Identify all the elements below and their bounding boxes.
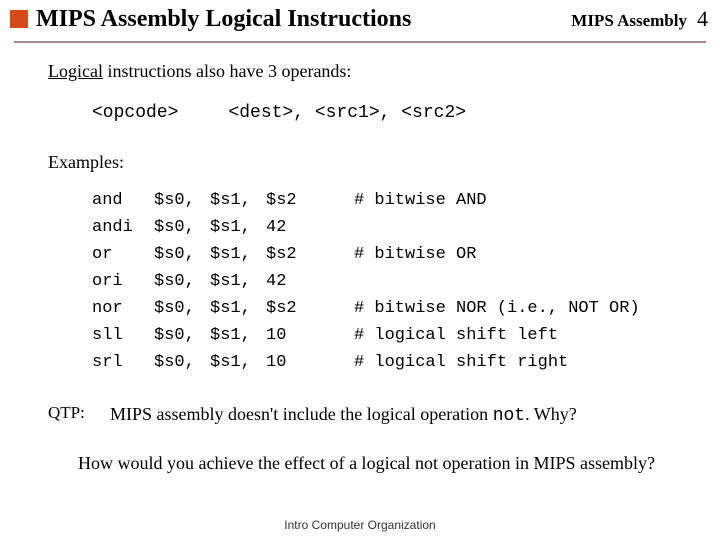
table-row: nor $s0, $s1, $s2 # bitwise NOR (i.e., N… [92,296,640,323]
slide-body: Logical instructions also have 3 operand… [0,43,720,475]
cell-dest: $s0, [154,269,210,296]
cell-src2: 42 [266,269,324,296]
cell-src2: 42 [266,215,324,242]
syntax-opcode: <opcode> [92,103,178,123]
cell-src2: $s2 [266,296,324,323]
cell-dest: $s0, [154,350,210,377]
table-row: or $s0, $s1, $s2 # bitwise OR [92,242,640,269]
course-tag: MIPS Assembly [571,11,687,31]
cell-comment: # bitwise AND [354,188,640,215]
slide-header: MIPS Assembly Logical Instructions MIPS … [0,0,720,37]
table-row: srl $s0, $s1, 10 # logical shift right [92,350,640,377]
table-row: and $s0, $s1, $s2 # bitwise AND [92,188,640,215]
cell-comment [354,269,640,296]
examples-label: Examples: [48,150,680,174]
page-number: 4 [697,6,708,32]
cell-op: srl [92,350,154,377]
cell-gap [324,188,354,215]
cell-comment: # bitwise OR [354,242,640,269]
cell-gap [324,296,354,323]
cell-op: and [92,188,154,215]
cell-gap [324,242,354,269]
cell-src1: $s1, [210,188,266,215]
slide-title: MIPS Assembly Logical Instructions [36,6,571,33]
cell-comment: # logical shift right [354,350,640,377]
cell-gap [324,323,354,350]
cell-src1: $s1, [210,350,266,377]
intro-line: Logical instructions also have 3 operand… [48,59,680,83]
intro-underlined: Logical [48,61,103,81]
cell-src1: $s1, [210,269,266,296]
cell-op: andi [92,215,154,242]
cell-dest: $s0, [154,188,210,215]
table-row: ori $s0, $s1, 42 [92,269,640,296]
cell-gap [324,269,354,296]
qtp-row: QTP: MIPS assembly doesn't include the l… [48,402,680,428]
syntax-operands: <dest>, <src1>, <src2> [228,103,466,123]
cell-src1: $s1, [210,215,266,242]
accent-square-icon [10,10,28,28]
qtp-label: QTP: [48,402,110,428]
intro-rest: instructions also have 3 operands: [103,61,351,81]
cell-dest: $s0, [154,242,210,269]
cell-src1: $s1, [210,323,266,350]
qtp-text: MIPS assembly doesn't include the logica… [110,402,577,428]
cell-gap [324,350,354,377]
footer: Intro Computer Organization [0,518,720,532]
cell-comment: # bitwise NOR (i.e., NOT OR) [354,296,640,323]
slide: MIPS Assembly Logical Instructions MIPS … [0,0,720,540]
cell-op: or [92,242,154,269]
followup-question: How would you achieve the effect of a lo… [78,451,680,475]
cell-comment [354,215,640,242]
cell-dest: $s0, [154,215,210,242]
cell-src2: $s2 [266,188,324,215]
cell-src2: 10 [266,350,324,377]
syntax-line: <opcode> <dest>, <src1>, <src2> [92,101,680,125]
cell-comment: # logical shift left [354,323,640,350]
cell-src2: $s2 [266,242,324,269]
cell-src1: $s1, [210,296,266,323]
cell-op: ori [92,269,154,296]
cell-dest: $s0, [154,323,210,350]
examples-table: and $s0, $s1, $s2 # bitwise AND andi $s0… [92,188,640,377]
table-row: sll $s0, $s1, 10 # logical shift left [92,323,640,350]
table-row: andi $s0, $s1, 42 [92,215,640,242]
cell-src1: $s1, [210,242,266,269]
cell-op: nor [92,296,154,323]
qtp-mono: not [493,406,525,426]
cell-gap [324,215,354,242]
qtp-after: . Why? [525,404,577,424]
qtp-before: MIPS assembly doesn't include the logica… [110,404,493,424]
cell-op: sll [92,323,154,350]
cell-src2: 10 [266,323,324,350]
cell-dest: $s0, [154,296,210,323]
